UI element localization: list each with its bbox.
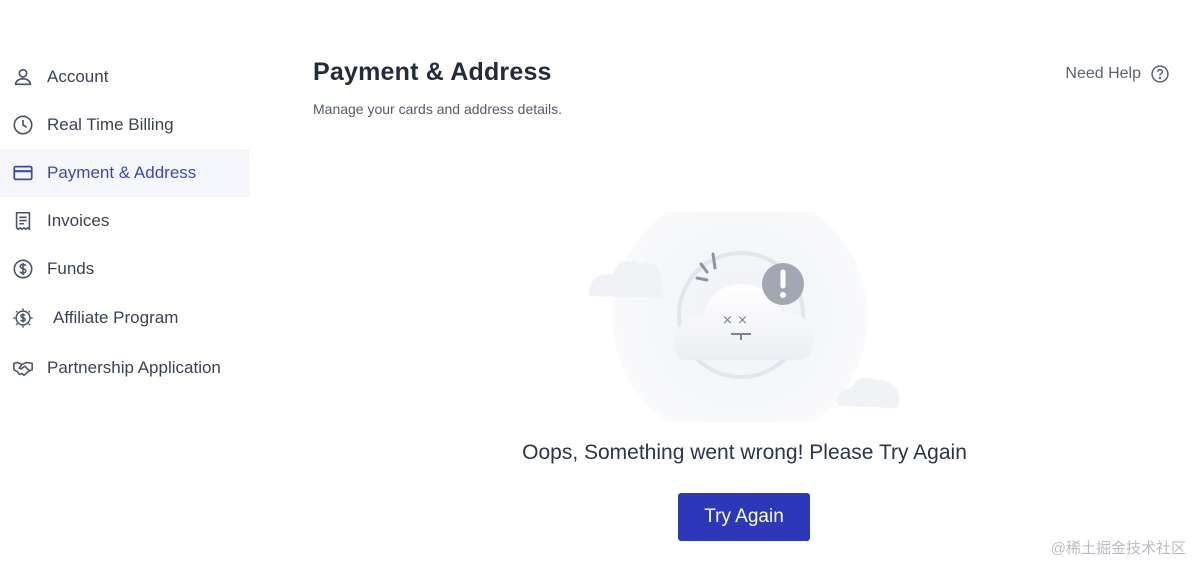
- svg-text:× ×: × ×: [722, 313, 748, 328]
- need-help-label: Need Help: [1065, 65, 1141, 82]
- sidebar-item-label: Invoices: [47, 211, 110, 230]
- sidebar-item-label: Partnership Application: [47, 358, 221, 377]
- sidebar-item-partnership-application[interactable]: Partnership Application: [0, 343, 250, 393]
- sidebar-item-label: Account: [47, 67, 109, 86]
- try-again-button[interactable]: Try Again: [678, 493, 810, 541]
- error-message-text: Oops, Something went wrong! Please Try A…: [522, 441, 967, 464]
- page-title: Payment & Address: [313, 58, 552, 86]
- handshake-icon: [11, 356, 35, 380]
- sidebar-item-funds[interactable]: Funds: [0, 245, 250, 293]
- sidebar-item-label: Funds: [47, 259, 95, 278]
- dollar-circle-icon: [11, 257, 35, 281]
- sidebar-item-account[interactable]: Account: [0, 53, 250, 101]
- affiliate-dollar-icon: [11, 306, 35, 330]
- question-circle-icon: [1151, 65, 1169, 83]
- need-help-link[interactable]: Need Help: [1065, 64, 1170, 84]
- sidebar-item-affiliate-program[interactable]: Affiliate Program: [0, 293, 250, 343]
- sidebar: Account Real Time Billing Payment & Addr…: [0, 53, 250, 393]
- user-icon: [11, 65, 35, 89]
- watermark: @稀土掘金技术社区: [1050, 540, 1186, 557]
- sidebar-item-label: Payment & Address: [47, 163, 197, 182]
- sidebar-item-invoices[interactable]: Invoices: [0, 197, 250, 245]
- error-message: Oops, Something went wrong! Please Try A…: [0, 441, 1194, 465]
- sidebar-item-label: Affiliate Program: [53, 308, 179, 327]
- error-cloud-illustration: × ×: [589, 212, 900, 422]
- sidebar-item-real-time-billing[interactable]: Real Time Billing: [0, 101, 250, 149]
- credit-card-icon: [11, 161, 35, 185]
- clock-icon: [11, 113, 35, 137]
- sidebar-item-payment-address[interactable]: Payment & Address: [0, 149, 250, 197]
- invoice-icon: [11, 209, 35, 233]
- page-subtitle: Manage your cards and address details.: [313, 101, 563, 117]
- sidebar-item-label: Real Time Billing: [47, 115, 174, 134]
